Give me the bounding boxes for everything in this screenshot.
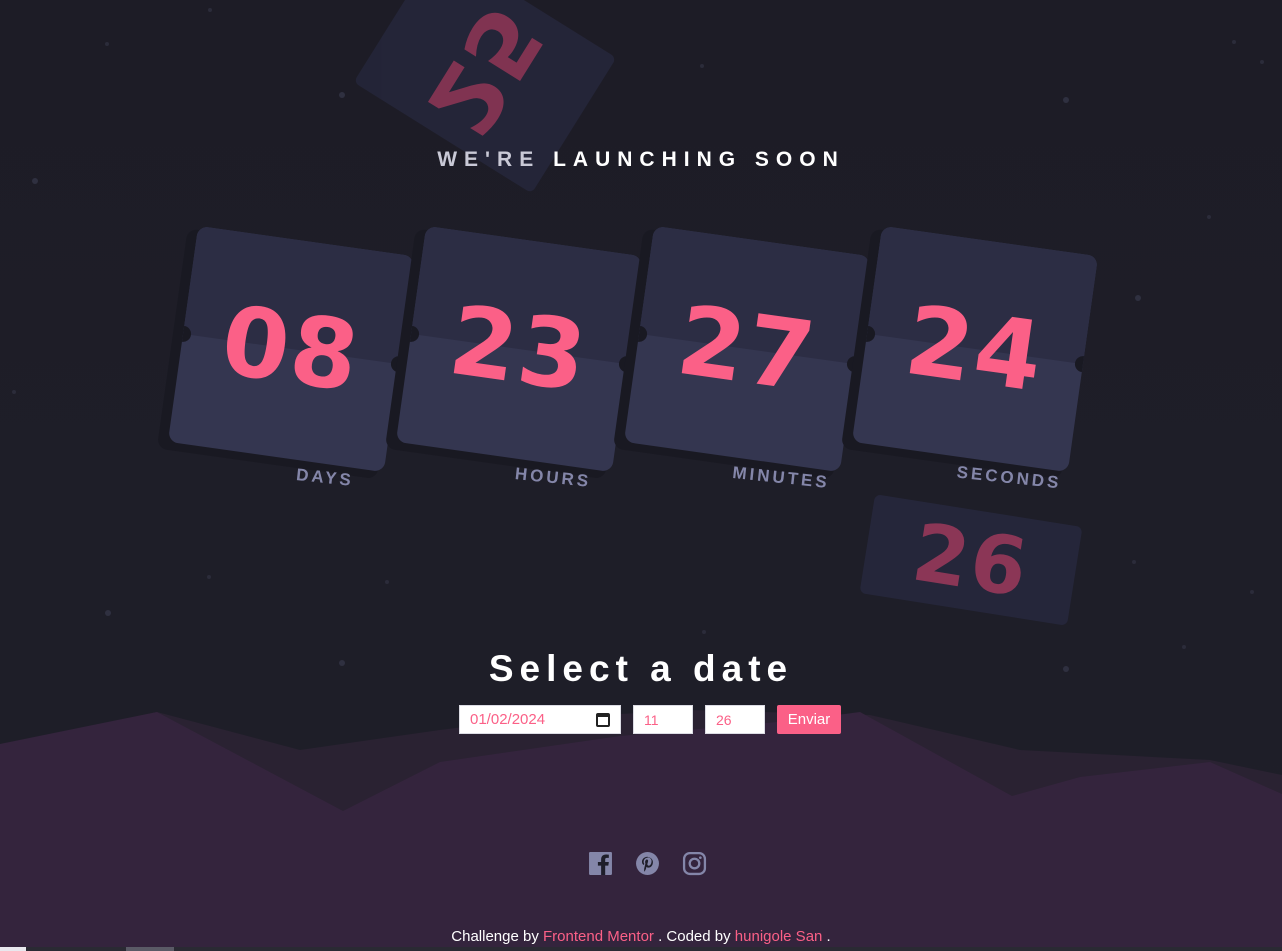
star xyxy=(207,575,211,579)
calendar-icon[interactable] xyxy=(596,712,610,727)
star xyxy=(208,8,212,12)
title-dim-part: WE'RE xyxy=(437,148,541,171)
date-form: 01/02/2024 11 26 Enviar xyxy=(459,705,841,734)
star xyxy=(1135,295,1141,301)
minutes-value: 27 xyxy=(671,283,823,415)
floating-number-bottom: 26 xyxy=(906,505,1036,615)
date-value: 01/02/2024 xyxy=(470,711,546,728)
star xyxy=(700,64,704,68)
star xyxy=(385,580,389,584)
star xyxy=(12,390,16,394)
select-date-title: Select a date xyxy=(488,648,794,689)
star xyxy=(105,610,111,616)
star xyxy=(1232,40,1236,44)
minute-input[interactable]: 26 xyxy=(705,705,765,734)
floating-number-top: 25 xyxy=(405,0,565,153)
frontend-mentor-link[interactable]: Frontend Mentor xyxy=(543,928,654,945)
footer-suffix: . xyxy=(826,928,831,945)
submit-button[interactable]: Enviar xyxy=(777,705,841,734)
author-link[interactable]: hunigole San xyxy=(735,928,823,945)
countdown-hours: 23 HOURS xyxy=(384,225,643,502)
scrollbar-left-segment xyxy=(0,947,26,951)
countdown-seconds: 24 SECONDS xyxy=(840,225,1099,502)
star xyxy=(339,92,345,98)
countdown-minutes: 27 MINUTES xyxy=(612,225,871,502)
flip-card: 23 xyxy=(395,225,643,473)
flip-card: 27 xyxy=(623,225,871,473)
days-value: 08 xyxy=(215,283,367,415)
page-title: WE'RE LAUNCHING SOON xyxy=(0,148,1282,172)
pinterest-icon[interactable] xyxy=(635,851,660,876)
challenge-prefix: Challenge by xyxy=(451,928,539,945)
scrollbar-thumb[interactable] xyxy=(126,947,174,951)
star xyxy=(1260,60,1264,64)
star xyxy=(1207,215,1211,219)
star xyxy=(702,630,706,634)
horizontal-scrollbar[interactable] xyxy=(0,947,1282,951)
instagram-icon[interactable] xyxy=(682,851,707,876)
star xyxy=(1132,560,1136,564)
star xyxy=(1063,97,1069,103)
countdown-timer: 08 DAYS 23 HOURS 27 MINUTES 24 SECONDS xyxy=(156,225,1130,502)
star xyxy=(32,178,38,184)
star xyxy=(1250,590,1254,594)
minute-value: 26 xyxy=(716,711,732,728)
coded-prefix: . Coded by xyxy=(658,928,731,945)
flip-card: 24 xyxy=(851,225,1099,473)
social-links xyxy=(588,851,707,876)
hours-value: 23 xyxy=(443,283,595,415)
date-input[interactable]: 01/02/2024 xyxy=(459,705,621,734)
title-main-part: LAUNCHING SOON xyxy=(553,148,845,171)
flip-card: 08 xyxy=(167,225,415,473)
countdown-days: 08 DAYS xyxy=(156,225,415,502)
footer-attribution: Challenge by Frontend Mentor . Coded by … xyxy=(0,928,1282,945)
facebook-icon[interactable] xyxy=(588,851,613,876)
star xyxy=(105,42,109,46)
hour-input[interactable]: 11 xyxy=(633,705,693,734)
hour-value: 11 xyxy=(644,711,659,728)
seconds-value: 24 xyxy=(899,283,1051,415)
